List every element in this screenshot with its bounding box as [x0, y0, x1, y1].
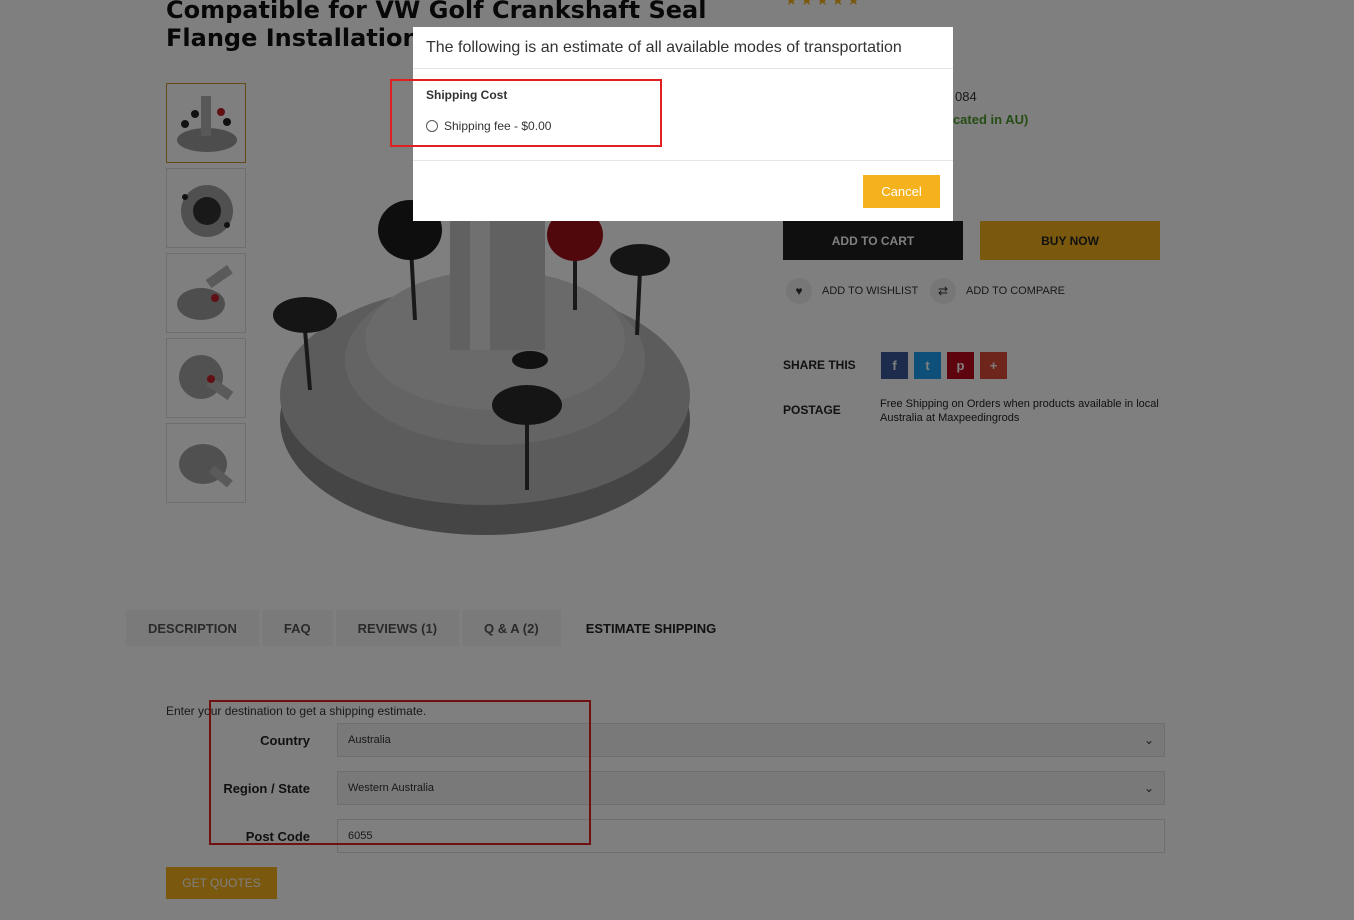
highlight-box-shipping-cost	[390, 79, 662, 147]
cancel-button[interactable]: Cancel	[863, 175, 940, 208]
modal-heading: The following is an estimate of all avai…	[413, 27, 953, 69]
